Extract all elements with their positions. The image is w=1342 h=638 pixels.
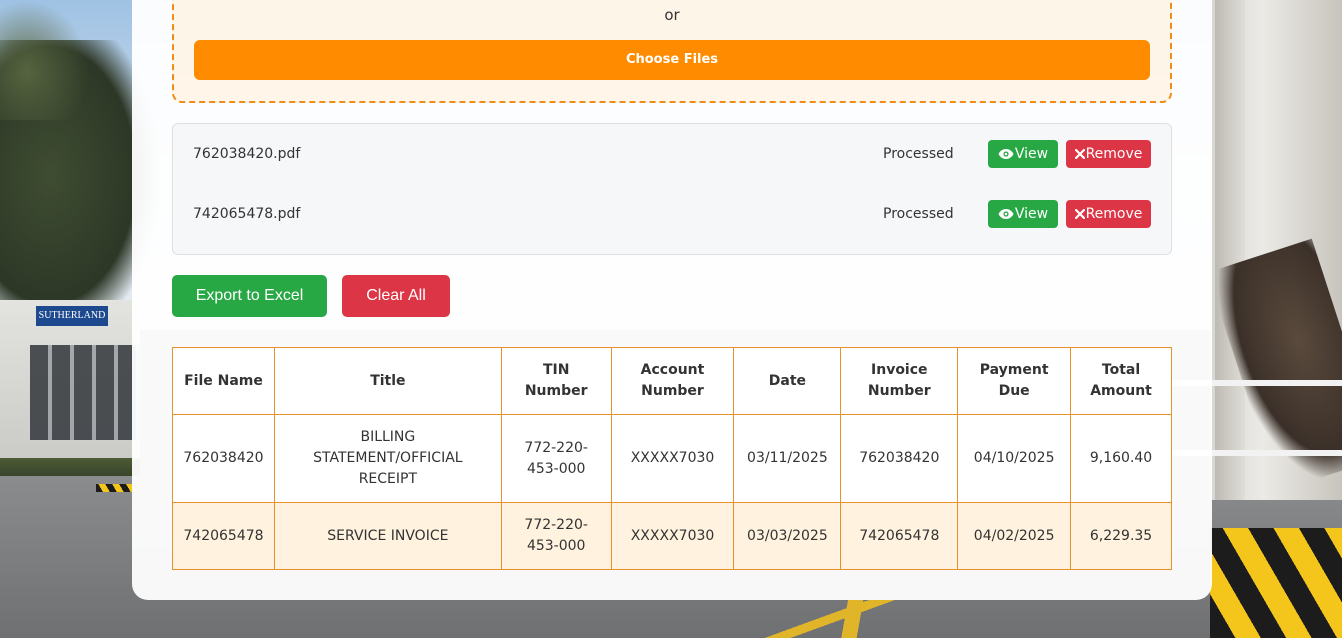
view-button[interactable]: View bbox=[988, 200, 1058, 228]
cell-title: SERVICE INVOICE bbox=[273, 502, 502, 570]
table-row: 762038420 BILLING STATEMENT/OFFICIAL REC… bbox=[172, 414, 1172, 503]
cell-tin: 772-220-453-000 bbox=[500, 502, 612, 570]
remove-button-label: Remove bbox=[1085, 146, 1143, 162]
eye-icon bbox=[998, 148, 1014, 160]
file-item-name: 742065478.pdf bbox=[193, 206, 301, 222]
hedge bbox=[0, 458, 140, 476]
column-header-file-name: File Name bbox=[172, 347, 275, 415]
file-item-status: Processed bbox=[883, 146, 954, 162]
cell-file-name: 762038420 bbox=[172, 414, 275, 503]
cell-total: 9,160.40 bbox=[1070, 414, 1172, 503]
cell-payment-due: 04/10/2025 bbox=[957, 414, 1072, 503]
building-sign: SUTHERLAND bbox=[36, 306, 108, 326]
export-excel-button[interactable]: Export to Excel bbox=[172, 275, 327, 317]
cell-date: 03/03/2025 bbox=[733, 502, 842, 570]
remove-button[interactable]: Remove bbox=[1066, 140, 1151, 168]
cell-account: XXXXX7030 bbox=[610, 502, 735, 570]
view-button[interactable]: View bbox=[988, 140, 1058, 168]
cell-title: BILLING STATEMENT/OFFICIAL RECEIPT bbox=[273, 414, 502, 503]
remove-button[interactable]: Remove bbox=[1066, 200, 1151, 228]
table-header-row: File Name Title TIN Number Account Numbe… bbox=[172, 347, 1172, 415]
close-icon bbox=[1074, 209, 1085, 219]
or-separator: or bbox=[664, 6, 680, 24]
cell-invoice: 762038420 bbox=[840, 414, 959, 503]
main-card: or Choose Files 762038420.pdf Processed … bbox=[132, 0, 1212, 600]
eye-icon bbox=[998, 208, 1014, 220]
view-button-label: View bbox=[1014, 206, 1049, 222]
table-row: 742065478 SERVICE INVOICE 772-220-453-00… bbox=[172, 502, 1172, 570]
file-dropzone[interactable]: or Choose Files bbox=[172, 0, 1172, 103]
file-item: 762038420.pdf Processed View Remove bbox=[173, 124, 1173, 184]
file-item-name: 762038420.pdf bbox=[193, 146, 301, 162]
results-table: File Name Title TIN Number Account Numbe… bbox=[172, 347, 1172, 570]
file-item: 742065478.pdf Processed View Remove bbox=[173, 184, 1173, 244]
cell-account: XXXXX7030 bbox=[610, 414, 735, 503]
uploaded-file-list: 762038420.pdf Processed View Remove 7420… bbox=[172, 123, 1172, 255]
cell-tin: 772-220-453-000 bbox=[500, 414, 612, 503]
curb-stripes bbox=[96, 484, 136, 492]
column-header-invoice: Invoice Number bbox=[840, 347, 959, 415]
cell-file-name: 742065478 bbox=[172, 502, 275, 570]
remove-button-label: Remove bbox=[1085, 206, 1143, 222]
column-header-account: Account Number bbox=[610, 347, 735, 415]
clear-all-button[interactable]: Clear All bbox=[342, 275, 450, 317]
choose-files-button[interactable]: Choose Files bbox=[194, 40, 1150, 80]
column-header-title: Title bbox=[273, 347, 502, 415]
column-header-payment-due: Payment Due bbox=[957, 347, 1072, 415]
file-item-status: Processed bbox=[883, 206, 954, 222]
cell-invoice: 742065478 bbox=[840, 502, 959, 570]
close-icon bbox=[1074, 149, 1085, 159]
parking-lines bbox=[480, 600, 1240, 638]
column-header-date: Date bbox=[733, 347, 842, 415]
cell-date: 03/11/2025 bbox=[733, 414, 842, 503]
pillar-right bbox=[1215, 0, 1245, 500]
cell-total: 6,229.35 bbox=[1070, 502, 1172, 570]
view-button-label: View bbox=[1014, 146, 1049, 162]
tree-left-top bbox=[0, 0, 90, 120]
cell-payment-due: 04/02/2025 bbox=[957, 502, 1072, 570]
building-windows bbox=[30, 345, 140, 440]
column-header-total: Total Amount bbox=[1070, 347, 1172, 415]
column-header-tin: TIN Number bbox=[500, 347, 612, 415]
